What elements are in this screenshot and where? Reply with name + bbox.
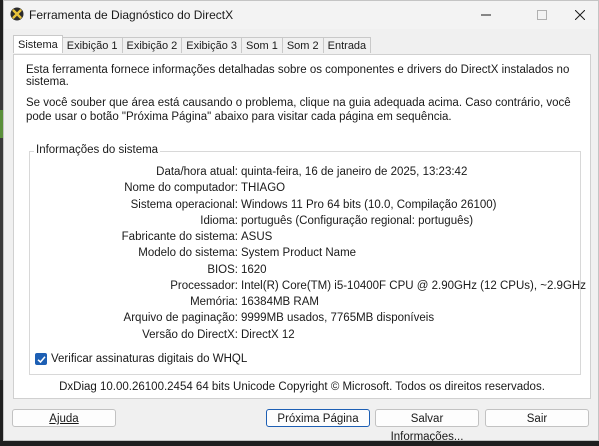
help-button[interactable]: Ajuda	[12, 409, 116, 427]
info-label: Processador:	[170, 279, 238, 292]
system-info-group: Informações do sistema Data/hora atual: q…	[29, 144, 586, 375]
info-label: Idioma:	[200, 214, 238, 227]
info-value: 1620	[241, 263, 267, 276]
info-row-page-file: Arquivo de paginação: 9999MB usados, 7765…	[30, 312, 580, 328]
intro-text: Esta ferramenta fornece informações deta…	[26, 64, 570, 88]
info-label: Versão do DirectX:	[142, 328, 238, 341]
info-label: Memória:	[190, 296, 238, 308]
info-label: Nome do computador:	[124, 182, 238, 195]
info-row-os: Sistema operacional: Windows 11 Pro 64 bi…	[30, 199, 580, 215]
exit-button-label: Sair	[526, 413, 548, 425]
next-page-button-label: Próxima Página	[277, 413, 359, 425]
info-label: Modelo do sistema:	[138, 247, 238, 260]
whql-checkbox-row[interactable]: Verificar assinaturas digitais do WHQL	[35, 353, 247, 365]
title-bar[interactable]: Ferramenta de Diagnóstico do DirectX	[4, 1, 598, 29]
whql-checkbox[interactable]	[35, 353, 47, 365]
tab-exibicao-2[interactable]: Exibição 2	[121, 37, 183, 53]
close-button[interactable]	[558, 1, 599, 29]
dxdiag-window: Ferramenta de Diagnóstico do DirectX Sis…	[3, 0, 599, 443]
checkmark-icon	[37, 355, 46, 363]
info-label: Arquivo de paginação:	[123, 312, 238, 325]
info-value: português (Configuração regional: portug…	[241, 214, 474, 227]
info-value: System Product Name	[241, 247, 357, 260]
info-value: 9999MB usados, 7765MB disponíveis	[241, 312, 435, 325]
info-label: Data/hora atual:	[156, 166, 238, 178]
minimize-icon	[481, 14, 491, 16]
info-value: THIAGO	[241, 182, 286, 195]
info-value: Intel(R) Core(TM) i5-10400F CPU @ 2.90GH…	[241, 279, 586, 292]
close-icon	[575, 10, 585, 20]
whql-checkbox-label: Verificar assinaturas digitais do WHQL	[51, 353, 248, 365]
next-page-button[interactable]: Próxima Página	[266, 409, 370, 427]
info-row-language: Idioma: português (Configuração regional:…	[30, 215, 580, 231]
info-row-processor: Processador: Intel(R) Core(TM) i5-10400F …	[30, 279, 586, 296]
save-info-button-label: Salvar Informações...	[390, 413, 464, 443]
info-row-directx-version: Versão do DirectX: DirectX 12	[30, 329, 580, 345]
minimize-button[interactable]	[464, 1, 508, 29]
tab-entrada[interactable]: Entrada	[322, 37, 372, 53]
tab-som-1[interactable]: Som 1	[241, 37, 283, 53]
info-row-model: Modelo do sistema: System Product Name	[30, 247, 580, 263]
info-row-bios: BIOS: 1620	[30, 264, 580, 280]
tab-strip: Sistema Exibição 1 Exibição 2 Exibição 3…	[13, 35, 372, 54]
info-label: BIOS:	[207, 263, 238, 276]
info-value: Windows 11 Pro 64 bits (10.0, Compilação…	[241, 198, 497, 211]
window-title: Ferramenta de Diagnóstico do DirectX	[29, 8, 234, 22]
info-value: 16384MB RAM	[241, 296, 319, 308]
exit-button[interactable]: Sair	[485, 409, 589, 427]
tab-som-2[interactable]: Som 2	[281, 37, 324, 53]
directx-icon	[10, 7, 24, 21]
intro-hint-text: Se você souber que área está causando o …	[26, 97, 571, 123]
info-value: quinta-feira, 16 de janeiro de 2025, 13:…	[241, 166, 468, 178]
info-value: DirectX 12	[241, 328, 295, 341]
tab-exibicao-3[interactable]: Exibição 3	[181, 37, 243, 53]
tab-sistema[interactable]: Sistema	[13, 35, 63, 53]
info-label: Sistema operacional:	[130, 198, 238, 211]
tab-exibicao-1[interactable]: Exibição 1	[61, 37, 123, 53]
help-button-label: Ajuda	[49, 413, 79, 425]
info-value: ASUS	[241, 231, 273, 243]
system-info-rows: Data/hora atual: quinta-feira, 16 de jane…	[30, 166, 586, 345]
system-tab-panel: Esta ferramenta fornece informações deta…	[13, 54, 591, 399]
save-info-button[interactable]: Salvar Informações...	[375, 409, 479, 443]
info-row-memory: Memória: 16384MB RAM	[30, 296, 580, 312]
system-info-group-title: Informações do sistema	[34, 144, 161, 156]
info-row-datetime: Data/hora atual: quinta-feira, 16 de jane…	[30, 166, 580, 182]
copyright-footer: DxDiag 10.00.26100.2454 64 bits Unicode …	[59, 381, 545, 393]
maximize-icon	[537, 10, 547, 20]
info-row-manufacturer: Fabricante do sistema: ASUS	[30, 231, 580, 247]
info-label: Fabricante do sistema:	[121, 231, 238, 243]
info-row-computer-name: Nome do computador: THIAGO	[30, 182, 580, 198]
